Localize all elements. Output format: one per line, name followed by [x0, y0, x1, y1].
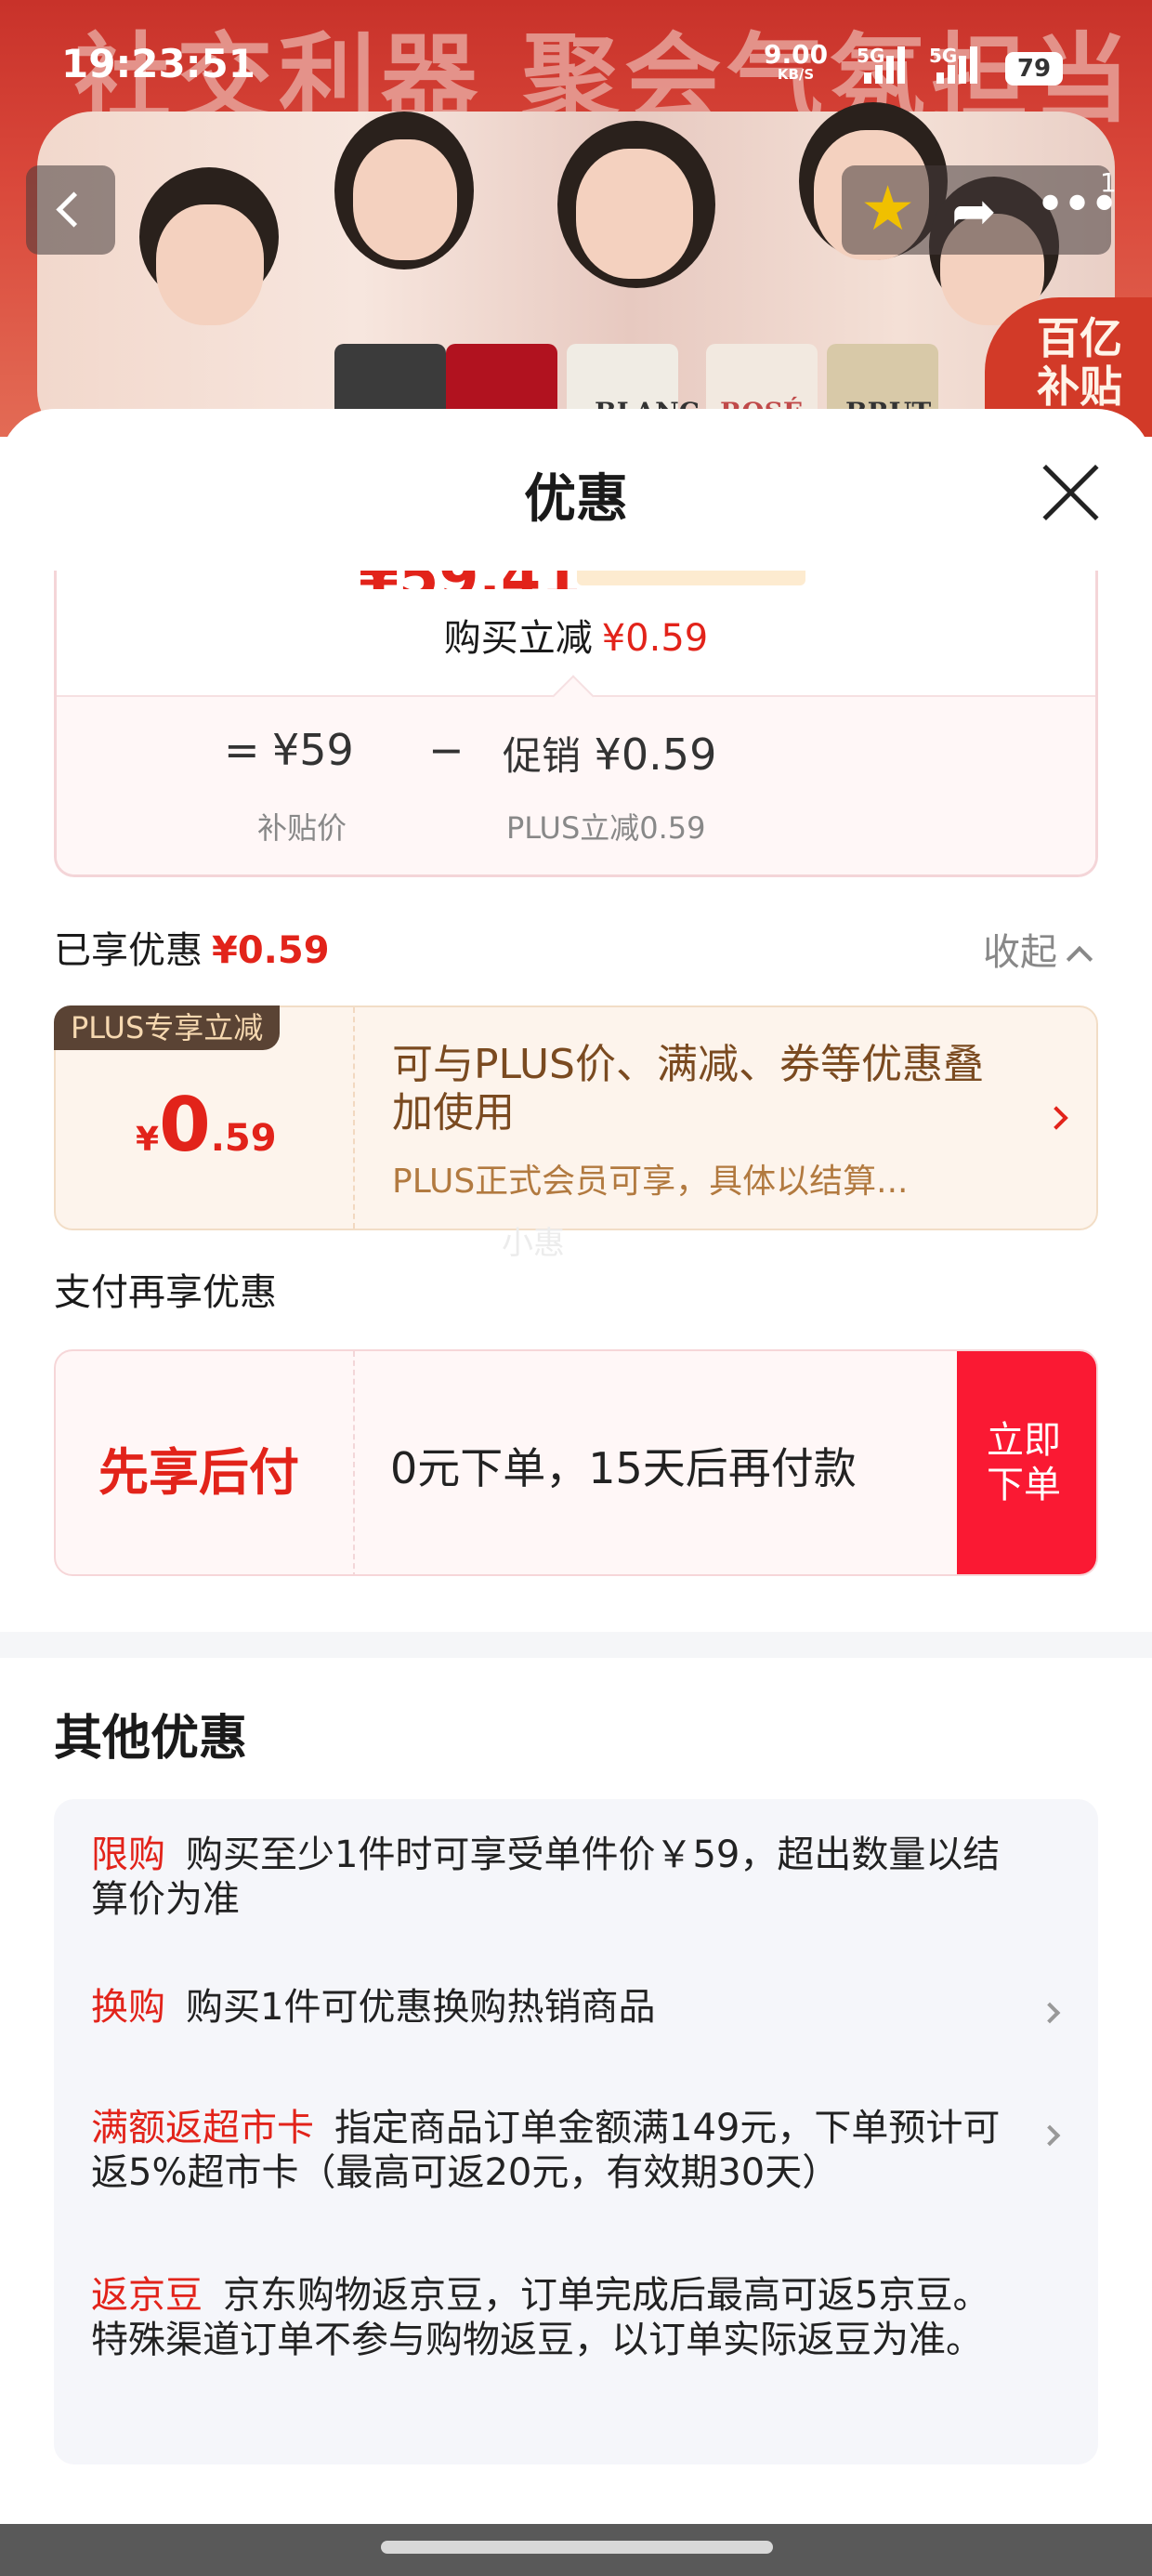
pay-later-description: 0元下单，15天后再付款 — [390, 1443, 857, 1493]
discount-tag: 返京豆 — [91, 2274, 203, 2317]
promo-item: 促销 ¥0.59 — [503, 729, 717, 780]
plus-coupon-card[interactable]: PLUS专享立减 ¥0.59 可与PLUS价、满减、券等优惠叠加使用 PLUS正… — [54, 1005, 1098, 1230]
collapse-toggle[interactable]: 收起 — [983, 922, 1093, 976]
chevron-up-icon — [1066, 945, 1093, 973]
home-indicator[interactable] — [381, 2541, 773, 2554]
plus-note: PLUS正式会员可享，具体以结算... — [392, 1163, 909, 1201]
plus-tag: PLUS专享立减 — [54, 1005, 281, 1050]
base-price-caption: 补贴价 — [257, 810, 347, 846]
back-button[interactable] — [26, 165, 115, 255]
section-divider — [0, 1632, 1152, 1658]
list-item: 返京豆 京东购物返京豆，订单完成后最高可返5京豆。特殊渠道订单不参与购物返豆，以订… — [91, 2274, 990, 2361]
list-item: 限购 购买至少1件时可享受单件价￥59，超出数量以结算价为准 — [91, 1833, 1001, 1921]
list-item[interactable]: 满额返超市卡 指定商品订单金额满149元，下单预计可返5%超市卡（最高可返20元，… — [91, 2106, 1020, 2195]
enjoyed-value: ¥0.59 — [212, 929, 330, 972]
price-breakdown-card: ¥59.41 购买立减¥0.59 = ¥59 − 促销 ¥0.59 补贴价 PL… — [54, 571, 1098, 877]
person-face — [576, 149, 693, 279]
list-item[interactable]: 换购 购买1件可优惠换购热销商品 — [91, 1985, 1020, 2030]
equals-sign: = — [224, 725, 260, 775]
breakdown-formula: = ¥59 − 促销 ¥0.59 补贴价 PLUS立减0.59 — [57, 695, 1095, 874]
plus-description: 可与PLUS价、满减、券等优惠叠加使用 — [392, 1041, 984, 1137]
final-price-partial: ¥59.41 — [359, 571, 581, 589]
cart-count-badge: 1 — [1100, 167, 1117, 198]
order-now-button[interactable]: 立即 下单 — [957, 1351, 1096, 1574]
discount-tag: 满额返超市卡 — [91, 2107, 314, 2149]
enjoyed-discount: 已享优惠 ¥0.59 — [54, 929, 330, 972]
instant-discount-line: 购买立减 ¥0.59 — [443, 617, 709, 660]
pay-divider — [353, 1351, 355, 1574]
battery-icon: 79 — [1005, 52, 1063, 85]
chevron-right-icon — [1039, 2124, 1061, 2147]
signal-icon — [864, 46, 909, 87]
status-bar: 19:23:51 9.00 KB/S 5G 5G 79 — [0, 0, 1152, 139]
person-face — [353, 139, 457, 260]
minus-sign: − — [428, 725, 465, 775]
coupon-divider — [353, 1007, 355, 1229]
pay-later-brand: 先享后付 — [98, 1443, 299, 1502]
discount-sheet: 优惠 ¥59.41 购买立减¥0.59 = ¥59 − 促销 ¥0.59 补贴价… — [0, 409, 1152, 2576]
promo-caption: PLUS立减0.59 — [506, 810, 706, 846]
sheet-title: 优惠 — [524, 469, 628, 530]
chevron-right-icon — [1039, 2002, 1061, 2024]
network-speed: 9.00 KB/S — [764, 39, 829, 83]
base-price: ¥59 — [272, 725, 354, 775]
favorite-star-icon[interactable]: ★ — [860, 177, 915, 242]
close-icon[interactable] — [1039, 459, 1106, 526]
person-face — [156, 204, 264, 325]
plus-amount: ¥0.59 — [136, 1082, 277, 1168]
discount-tag: 限购 — [91, 1833, 165, 1876]
chevron-right-icon — [1044, 1106, 1068, 1130]
watermark: 小惠 — [502, 1225, 565, 1262]
status-time: 19:23:51 — [61, 41, 255, 86]
share-icon[interactable]: ➦ — [951, 178, 997, 243]
pay-section-title: 支付再享优惠 — [54, 1271, 277, 1314]
discount-tag: 换购 — [91, 1986, 165, 2029]
pay-later-card: 先享后付 0元下单，15天后再付款 立即 下单 — [54, 1349, 1098, 1576]
instant-discount-value: ¥0.59 — [601, 617, 709, 660]
price-tag-partial — [577, 571, 805, 585]
product-photo: BLANC ROSÉ BRUT — [37, 102, 1115, 437]
signal-icon — [936, 46, 981, 87]
header-actions: ★ ➦ ••• — [842, 165, 1119, 255]
other-discounts-list: 限购 购买至少1件时可享受单件价￥59，超出数量以结算价为准 换购 购买1件可优惠换… — [54, 1799, 1098, 2464]
other-discounts-title: 其他优惠 — [54, 1711, 248, 1767]
